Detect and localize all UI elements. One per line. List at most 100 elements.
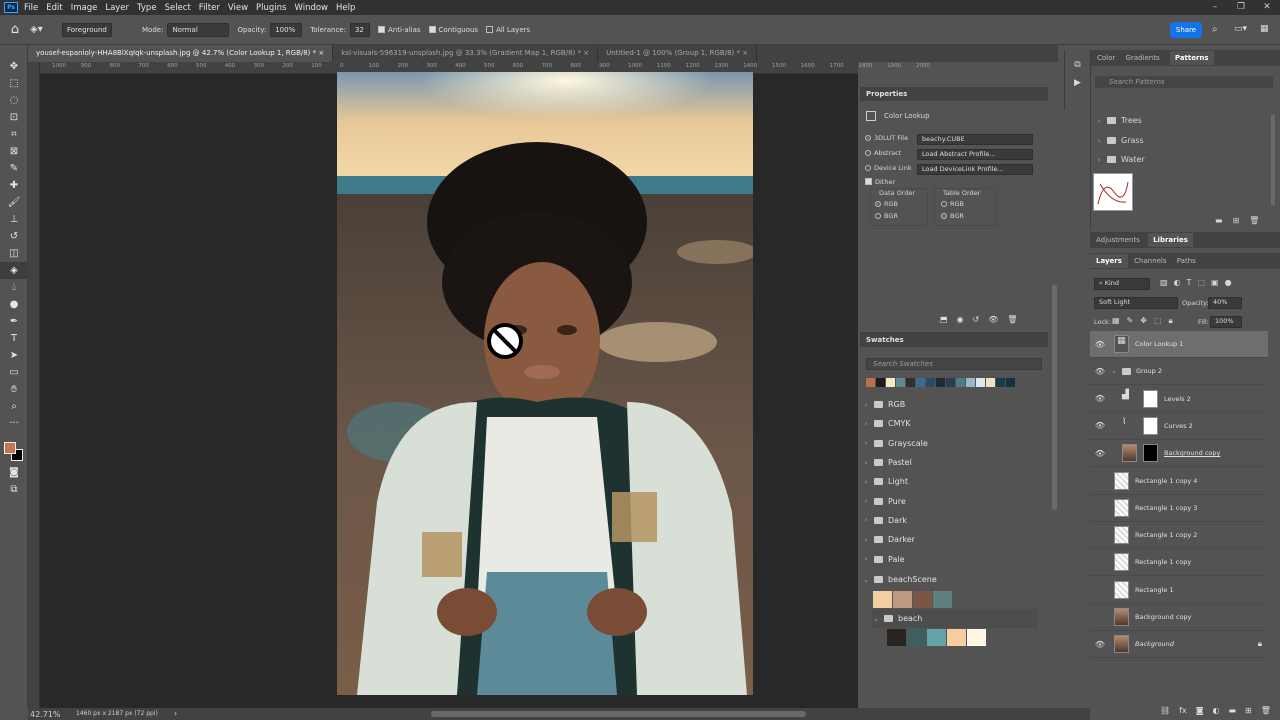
more-tools-icon[interactable]: ···: [0, 415, 28, 432]
menu-image[interactable]: Image: [71, 3, 98, 13]
visibility-eye-icon[interactable]: 👁︎: [1090, 640, 1110, 649]
lut-file-row[interactable]: 3DLUT File: [865, 134, 908, 142]
opacity-input[interactable]: 100%: [270, 22, 303, 37]
clip-to-layer-icon[interactable]: ⬒: [940, 315, 948, 324]
color-swatch[interactable]: [933, 591, 952, 608]
move-tool-icon[interactable]: ✥: [0, 58, 28, 75]
blur-tool-icon[interactable]: 💧︎: [0, 279, 28, 296]
visibility-eye-icon[interactable]: 👁︎: [1090, 394, 1110, 403]
layer-row[interactable]: Background copy: [1090, 604, 1268, 631]
lut-file-select[interactable]: beachy.CUBE: [917, 134, 1033, 145]
actions-panel-icon[interactable]: ▶: [1065, 78, 1090, 88]
color-swatch[interactable]: [946, 378, 955, 387]
brush-tool-icon[interactable]: 🖌︎: [0, 194, 28, 211]
menu-layer[interactable]: Layer: [105, 3, 129, 13]
visibility-eye-icon[interactable]: 👁︎: [1090, 421, 1110, 430]
add-mask-icon[interactable]: ◙: [1196, 706, 1204, 715]
delete-pattern-icon[interactable]: 🗑︎: [1249, 216, 1259, 225]
swatch-folder-pale[interactable]: › Pale: [862, 549, 1042, 568]
color-swatch[interactable]: [896, 378, 905, 387]
menu-file[interactable]: File: [24, 3, 38, 13]
paint-bucket-tool-icon[interactable]: ◈: [0, 262, 28, 279]
layer-mask-thumbnail[interactable]: [1143, 444, 1158, 463]
menu-select[interactable]: Select: [165, 3, 191, 13]
close-window-button[interactable]: ✕: [1254, 0, 1280, 15]
delete-layer-icon[interactable]: 🗑︎: [1261, 706, 1271, 715]
layer-mask-thumbnail[interactable]: [1143, 389, 1158, 408]
blend-mode-select[interactable]: Soft Light: [1094, 297, 1178, 309]
close-icon[interactable]: ×: [583, 49, 589, 57]
tab-layers[interactable]: Layers: [1090, 254, 1128, 268]
layer-style-icon[interactable]: fx: [1179, 706, 1187, 715]
menu-view[interactable]: View: [228, 3, 248, 13]
object-select-tool-icon[interactable]: ⊡: [0, 109, 28, 126]
paint-bucket-preset-icon[interactable]: ◈▾: [30, 24, 54, 35]
menu-type[interactable]: Type: [137, 3, 157, 13]
color-swatch[interactable]: [996, 378, 1005, 387]
maximize-button[interactable]: ❐: [1228, 0, 1254, 15]
fill-source-select[interactable]: Foreground: [62, 22, 112, 37]
share-button[interactable]: Share: [1170, 22, 1202, 38]
quick-mask-icon[interactable]: ◙: [0, 464, 28, 481]
device-link-select[interactable]: Load DeviceLink Profile...: [917, 164, 1033, 175]
tab-document-3[interactable]: Untitled-1 @ 100% (Group 1, RGB/8) * ×: [598, 45, 758, 62]
tab-adjustments[interactable]: Adjustments: [1096, 236, 1140, 244]
data-order-bgr[interactable]: BGR: [875, 212, 927, 220]
swatch-folder-pastel[interactable]: › Pastel: [862, 453, 1042, 472]
tab-libraries[interactable]: Libraries: [1148, 233, 1193, 247]
all-layers-checkbox[interactable]: All Layers: [486, 25, 530, 34]
stamp-tool-icon[interactable]: ⊥: [0, 211, 28, 228]
swatch-folder-dark[interactable]: › Dark: [862, 511, 1042, 530]
tab-patterns[interactable]: Patterns: [1169, 51, 1214, 65]
tab-paths[interactable]: Paths: [1177, 257, 1196, 265]
foreground-color-swatch[interactable]: [4, 442, 16, 454]
history-brush-tool-icon[interactable]: ↺: [0, 228, 28, 245]
contiguous-checkbox[interactable]: Contiguous: [428, 25, 478, 34]
filter-adjustment-icon[interactable]: ◐: [1174, 278, 1181, 287]
swatch-folder-grayscale[interactable]: › Grayscale: [862, 434, 1042, 453]
filter-shape-icon[interactable]: ⬚: [1197, 278, 1205, 287]
search-icon[interactable]: ⌕: [1212, 24, 1218, 35]
lock-brush-icon[interactable]: ✎: [1127, 316, 1134, 326]
view-previous-icon[interactable]: ◉: [957, 315, 964, 324]
visibility-eye-icon[interactable]: 👁︎: [1090, 367, 1110, 376]
horizontal-scrollbar[interactable]: [431, 711, 806, 717]
pen-tool-icon[interactable]: ✒: [0, 313, 28, 330]
layer-row[interactable]: Rectangle 1 copy 3: [1090, 495, 1268, 522]
abstract-row[interactable]: Abstract: [865, 149, 901, 157]
history-panel-icon[interactable]: ⧉: [1065, 60, 1090, 70]
device-link-radio[interactable]: [865, 165, 871, 171]
layer-row[interactable]: Rectangle 1 copy 4: [1090, 468, 1268, 495]
color-swatch[interactable]: [873, 591, 892, 608]
new-adjustment-icon[interactable]: ◐: [1212, 706, 1219, 715]
color-swatch[interactable]: [913, 591, 932, 608]
lasso-tool-icon[interactable]: ◌: [0, 92, 28, 109]
pattern-thumbnail[interactable]: [1093, 173, 1133, 211]
color-swatch[interactable]: [887, 629, 906, 646]
layer-opacity-input[interactable]: 40%: [1208, 297, 1242, 309]
swatch-folder-cmyk[interactable]: › CMYK: [862, 414, 1042, 433]
pattern-folder-trees[interactable]: › Trees: [1095, 116, 1142, 125]
dodge-tool-icon[interactable]: ●: [0, 296, 28, 313]
layer-row[interactable]: 👁︎ ⌇ Curves 2: [1090, 413, 1268, 440]
color-swatch[interactable]: [906, 378, 915, 387]
pattern-folder-grass[interactable]: › Grass: [1095, 136, 1144, 145]
color-swatch[interactable]: [907, 629, 926, 646]
home-icon[interactable]: ⌂: [0, 22, 30, 37]
panel-menu-icon[interactable]: ▦: [1260, 24, 1269, 34]
color-swatch[interactable]: [893, 591, 912, 608]
close-icon[interactable]: ×: [742, 49, 748, 57]
color-swatch[interactable]: [886, 378, 895, 387]
color-swatch[interactable]: [947, 629, 966, 646]
swatch-folder-beachscene[interactable]: ⌄ beachScene: [862, 570, 937, 589]
type-tool-icon[interactable]: T: [0, 330, 28, 347]
color-swatch[interactable]: [967, 629, 986, 646]
lock-all-icon[interactable]: 🔒︎: [1169, 316, 1173, 326]
visibility-eye-icon[interactable]: 👁︎: [988, 315, 998, 324]
mode-select[interactable]: Normal: [167, 22, 230, 37]
visibility-eye-icon[interactable]: 👁︎: [1090, 449, 1110, 458]
swatch-folder-pure[interactable]: › Pure: [862, 491, 1042, 510]
screen-mode-icon[interactable]: ⧉: [0, 481, 28, 498]
eyedropper-tool-icon[interactable]: ✎: [0, 160, 28, 177]
lock-pixels-icon[interactable]: ▦: [1112, 316, 1120, 326]
